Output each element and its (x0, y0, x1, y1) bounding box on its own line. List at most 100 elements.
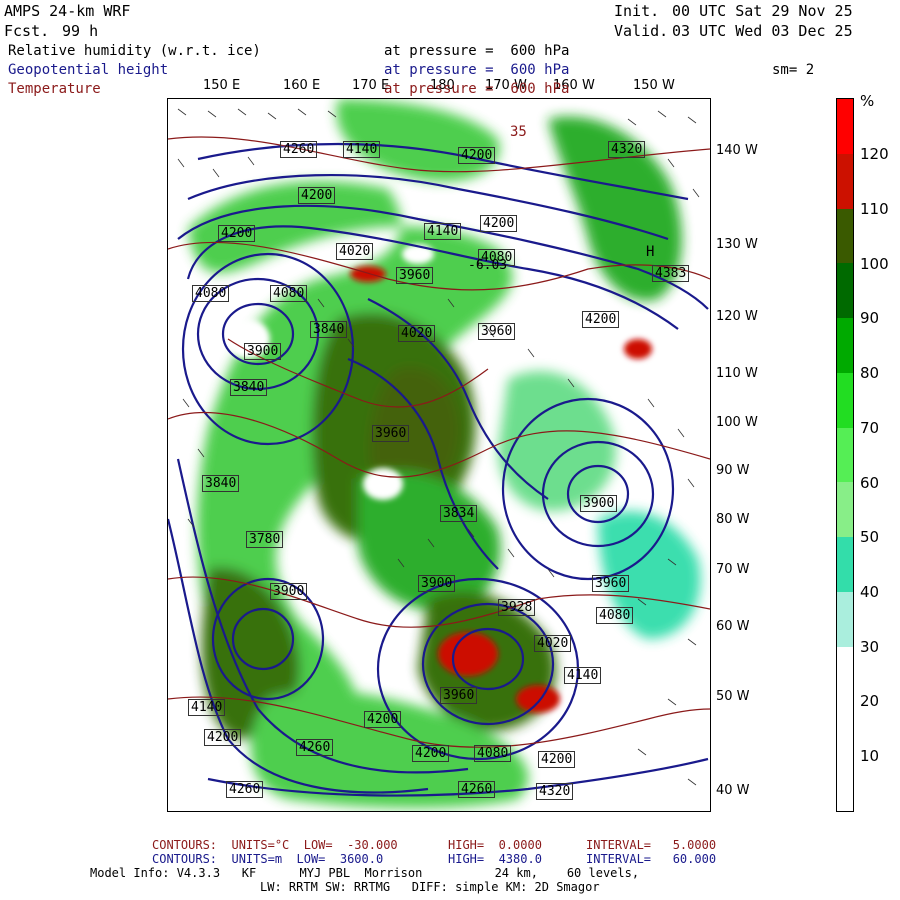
height-label: 3780 (246, 531, 284, 548)
colorbar-label: 110 (860, 200, 889, 218)
colorbar (836, 98, 854, 812)
height-label: 4140 (564, 667, 602, 684)
colorbar-segment (837, 701, 853, 757)
colorbar-label: 80 (860, 364, 880, 382)
height-label: 4020 (336, 243, 374, 260)
colorbar-segment (837, 99, 853, 154)
forecast-label: Fcst. (4, 22, 50, 40)
model-title: AMPS 24-km WRF (4, 2, 131, 20)
footer-height-interval: INTERVAL= 60.000 (586, 852, 717, 866)
footer-physics-info: LW: RRTM SW: RRTMG DIFF: simple KM: 2D S… (260, 880, 600, 894)
colorbar-label: 90 (860, 309, 880, 327)
lon-label-right: 70 W (716, 562, 750, 577)
lon-label-right: 40 W (716, 783, 750, 798)
colorbar-segment (837, 482, 853, 538)
height-label: 3960 (372, 425, 410, 442)
height-label: 4260 (280, 141, 318, 158)
colorbar-segment (837, 263, 853, 319)
forecast-hour: 99 h (62, 22, 99, 40)
height-label: 4020 (534, 635, 572, 652)
high-center-marker: H (646, 244, 655, 260)
height-label: 3928 (498, 599, 536, 616)
height-label: 4140 (188, 699, 226, 716)
field-temp-level: at pressure = 600 hPa (384, 81, 570, 97)
footer-temp-interval: INTERVAL= 5.0000 (586, 838, 717, 852)
lon-label-right: 120 W (716, 309, 758, 324)
footer-height-high: HIGH= 4380.0 (448, 852, 542, 866)
height-label: 3900 (244, 343, 282, 360)
colorbar-segment (837, 427, 853, 483)
height-label: 4320 (536, 783, 574, 800)
lon-label-right: 100 W (716, 415, 758, 430)
height-label: 4200 (298, 187, 336, 204)
lon-label-right: 110 W (716, 366, 758, 381)
height-label: 3900 (270, 583, 308, 600)
colorbar-segment (837, 318, 853, 373)
map-panel: 4260 4140 4320 4200 4200 4200 4200 4140 … (167, 98, 711, 812)
colorbar-segment (837, 591, 853, 647)
height-label: 4260 (296, 739, 334, 756)
lon-label-right: 80 W (716, 512, 750, 527)
height-label: 3960 (592, 575, 630, 592)
colorbar-label: 40 (860, 583, 880, 601)
low-value-label: -6.03 (468, 258, 508, 273)
colorbar-label: 20 (860, 692, 880, 710)
footer-temp-contours: CONTOURS: UNITS=°C LOW= -30.000 (152, 838, 398, 852)
temperature-label: 35 (510, 124, 527, 140)
colorbar-label: 100 (860, 255, 889, 273)
height-label: 3960 (478, 323, 516, 340)
footer-model-info: Model Info: V4.3.3 KF MYJ PBL Morrison 2… (90, 866, 640, 880)
height-label: 4080 (474, 745, 512, 762)
init-time: 00 UTC Sat 29 Nov 25 (672, 2, 853, 20)
lon-label-right: 90 W (716, 463, 750, 478)
height-label: 4080 (596, 607, 634, 624)
colorbar-label: 50 (860, 528, 880, 546)
colorbar-label: 120 (860, 145, 889, 163)
height-label: 4140 (343, 141, 381, 158)
height-label: 4080 (192, 285, 230, 302)
height-label: 4200 (458, 147, 496, 164)
height-label: 4020 (398, 325, 436, 342)
colorbar-label: 10 (860, 747, 880, 765)
field-rh-level: at pressure = 600 hPa (384, 43, 570, 59)
height-label: 4140 (424, 223, 462, 240)
colorbar-label: 30 (860, 638, 880, 656)
lon-label-right: 140 W (716, 143, 758, 158)
init-label: Init. (614, 2, 660, 20)
colorbar-segment (837, 208, 853, 264)
height-label: 4200 (204, 729, 242, 746)
height-label: 4200 (582, 311, 620, 328)
height-label: 3960 (440, 687, 478, 704)
field-temp-name: Temperature (8, 81, 101, 97)
footer-height-contours: CONTOURS: UNITS=m LOW= 3600.0 (152, 852, 384, 866)
lon-label-top: 160 E (283, 78, 321, 93)
field-height-level: at pressure = 600 hPa (384, 62, 570, 78)
height-label: 3900 (418, 575, 456, 592)
height-label: 4200 (412, 745, 450, 762)
colorbar-segment (837, 646, 853, 702)
lon-label-right: 60 W (716, 619, 750, 634)
height-label: 4200 (538, 751, 576, 768)
height-label: 4200 (218, 225, 256, 242)
height-label: 3840 (230, 379, 268, 396)
height-label: 4260 (458, 781, 496, 798)
height-label: 4320 (608, 141, 646, 158)
lon-label-right: 130 W (716, 237, 758, 252)
height-label: 3900 (580, 495, 618, 512)
colorbar-unit: % (860, 92, 875, 110)
colorbar-segment (837, 756, 853, 811)
field-rh-name: Relative humidity (w.r.t. ice) (8, 43, 261, 59)
map-graphic (168, 99, 710, 811)
height-label: 3960 (396, 267, 434, 284)
height-label: 3840 (310, 321, 348, 338)
colorbar-label: 60 (860, 474, 880, 492)
colorbar-segment (837, 372, 853, 428)
lon-label-top: 150 E (203, 78, 241, 93)
lon-label-top: 150 W (633, 78, 675, 93)
high-center-value: 4383 (652, 265, 690, 282)
field-height-name: Geopotential height (8, 62, 169, 78)
colorbar-label: 70 (860, 419, 880, 437)
height-label: 4260 (226, 781, 264, 798)
height-label: 3834 (440, 505, 478, 522)
valid-label: Valid. (614, 22, 669, 40)
